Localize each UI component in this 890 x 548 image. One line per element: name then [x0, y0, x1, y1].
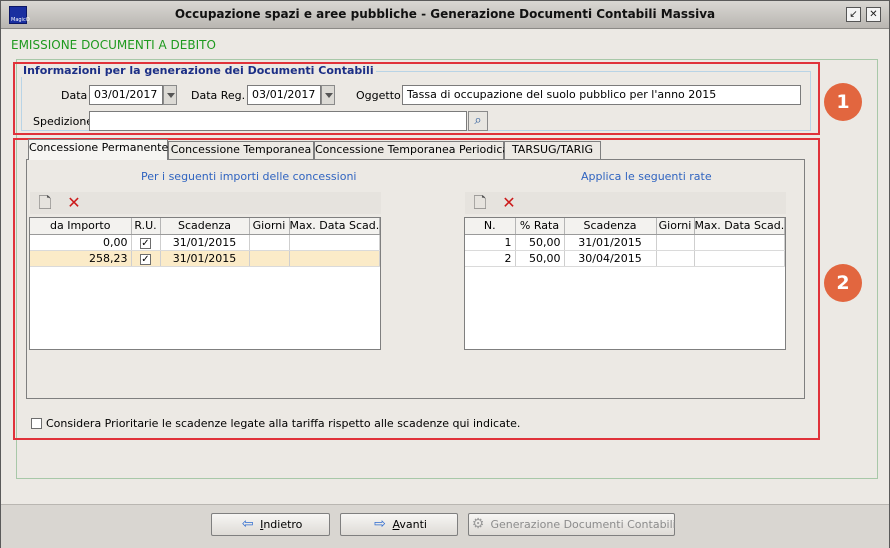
- giorni-cell[interactable]: [656, 250, 695, 267]
- right-grid: N. % Rata Scadenza Giorni Max. Data Scad…: [464, 217, 786, 350]
- ru-checkbox[interactable]: ✓: [140, 237, 151, 249]
- left-grid-caption: Per i seguenti importi delle concessioni: [141, 170, 357, 183]
- column-header[interactable]: N.: [465, 218, 516, 235]
- importo-cell[interactable]: 0,00: [30, 234, 132, 251]
- spedizione-label: Spedizione: [33, 115, 94, 128]
- footer-bar: ⇦ Indietro ⇨ Avanti ⚙ Generazione Docume…: [1, 504, 889, 548]
- column-header[interactable]: Scadenza: [160, 218, 250, 235]
- column-header[interactable]: % Rata: [515, 218, 565, 235]
- data-dropdown-icon[interactable]: [163, 85, 177, 105]
- back-button[interactable]: ⇦ Indietro: [211, 513, 330, 536]
- title-bar[interactable]: MagicO Occupazione spazi e aree pubblich…: [1, 1, 889, 29]
- info-group-legend: Informazioni per la generazione dei Docu…: [21, 64, 376, 77]
- new-document-icon[interactable]: 🗋: [471, 194, 489, 212]
- restore-icon[interactable]: ↙: [846, 7, 861, 22]
- new-document-icon[interactable]: 🗋: [36, 194, 54, 212]
- back-button-label: ndietro: [263, 518, 303, 531]
- tab-concessione-temporanea[interactable]: Concessione Temporanea: [168, 141, 314, 159]
- delete-icon[interactable]: ✕: [500, 194, 518, 212]
- data-reg-dropdown-icon[interactable]: [321, 85, 335, 105]
- right-grid-caption: Applica le seguenti rate: [581, 170, 712, 183]
- right-grid-header: N. % Rata Scadenza Giorni Max. Data Scad…: [465, 218, 785, 235]
- n-cell[interactable]: 1: [465, 234, 516, 251]
- ru-cell[interactable]: ✓: [131, 250, 161, 267]
- column-header[interactable]: Max. Data Scad.: [694, 218, 785, 235]
- left-grid-toolbar: 🗋 ✕: [30, 192, 381, 214]
- ru-checkbox[interactable]: ✓: [140, 253, 151, 265]
- priority-checkbox-label: Considera Prioritarie le scadenze legate…: [46, 417, 521, 430]
- tab-concessione-temporanea-periodica[interactable]: Concessione Temporanea Periodica: [314, 141, 509, 159]
- scadenza-cell[interactable]: 31/01/2015: [160, 234, 250, 251]
- tab-tarsug-tarig[interactable]: TARSUG/TARIG: [504, 141, 601, 159]
- right-grid-toolbar: 🗋 ✕: [465, 192, 786, 214]
- next-button[interactable]: ⇨ Avanti: [340, 513, 458, 536]
- importo-cell[interactable]: 258,23: [30, 250, 132, 267]
- window-title: Occupazione spazi e aree pubbliche - Gen…: [174, 7, 716, 21]
- column-header[interactable]: Giorni: [656, 218, 695, 235]
- main-window: MagicO Occupazione spazi e aree pubblich…: [0, 0, 890, 548]
- column-header[interactable]: Giorni: [249, 218, 290, 235]
- generate-documents-label: Generazione Documenti Contabili: [490, 518, 676, 531]
- column-header[interactable]: da Importo: [30, 218, 132, 235]
- table-row[interactable]: 1 50,00 31/01/2015: [465, 234, 785, 251]
- column-header[interactable]: Max. Data Scad.: [289, 218, 380, 235]
- annotation-badge-1: 1: [824, 83, 862, 121]
- spedizione-field[interactable]: [89, 111, 467, 131]
- tab-concessione-permanente[interactable]: Concessione Permanente: [28, 139, 168, 160]
- data-field[interactable]: 03/01/2017: [89, 85, 163, 105]
- max-data-cell[interactable]: [694, 250, 785, 267]
- ru-cell[interactable]: ✓: [131, 234, 161, 251]
- generate-documents-button[interactable]: ⚙ Generazione Documenti Contabili: [468, 513, 676, 536]
- next-button-label: vanti: [399, 518, 427, 531]
- max-data-cell[interactable]: [694, 234, 785, 251]
- n-cell[interactable]: 2: [465, 250, 516, 267]
- scadenza-cell[interactable]: 30/04/2015: [564, 250, 657, 267]
- max-data-cell[interactable]: [289, 250, 380, 267]
- scadenza-cell[interactable]: 31/01/2015: [160, 250, 250, 267]
- arrow-right-icon: ⇨: [374, 516, 386, 532]
- left-grid: da Importo R.U. Scadenza Giorni Max. Dat…: [29, 217, 381, 350]
- scadenza-cell[interactable]: 31/01/2015: [564, 234, 657, 251]
- oggetto-field[interactable]: Tassa di occupazione del suolo pubblico …: [402, 85, 801, 105]
- arrow-left-icon: ⇦: [241, 516, 254, 532]
- delete-icon[interactable]: ✕: [65, 194, 83, 212]
- max-data-cell[interactable]: [289, 234, 380, 251]
- search-icon[interactable]: ⌕: [468, 111, 488, 131]
- giorni-cell[interactable]: [249, 234, 290, 251]
- rata-cell[interactable]: 50,00: [515, 250, 565, 267]
- data-label: Data: [61, 89, 88, 102]
- giorni-cell[interactable]: [656, 234, 695, 251]
- table-row[interactable]: 0,00 ✓ 31/01/2015: [30, 234, 380, 251]
- table-row[interactable]: 2 50,00 30/04/2015: [465, 250, 785, 267]
- oggetto-label: Oggetto: [356, 89, 401, 102]
- page-title: EMISSIONE DOCUMENTI A DEBITO: [11, 38, 216, 52]
- close-icon[interactable]: ✕: [866, 7, 881, 22]
- gear-icon: ⚙: [471, 516, 485, 532]
- column-header[interactable]: R.U.: [131, 218, 161, 235]
- rata-cell[interactable]: 50,00: [515, 234, 565, 251]
- left-grid-header: da Importo R.U. Scadenza Giorni Max. Dat…: [30, 218, 380, 235]
- annotation-badge-2: 2: [824, 264, 862, 302]
- column-header[interactable]: Scadenza: [564, 218, 657, 235]
- table-row[interactable]: 258,23 ✓ 31/01/2015: [30, 250, 380, 267]
- priority-checkbox[interactable]: [31, 418, 42, 429]
- data-reg-label: Data Reg.: [191, 89, 246, 102]
- giorni-cell[interactable]: [249, 250, 290, 267]
- data-reg-field[interactable]: 03/01/2017: [247, 85, 321, 105]
